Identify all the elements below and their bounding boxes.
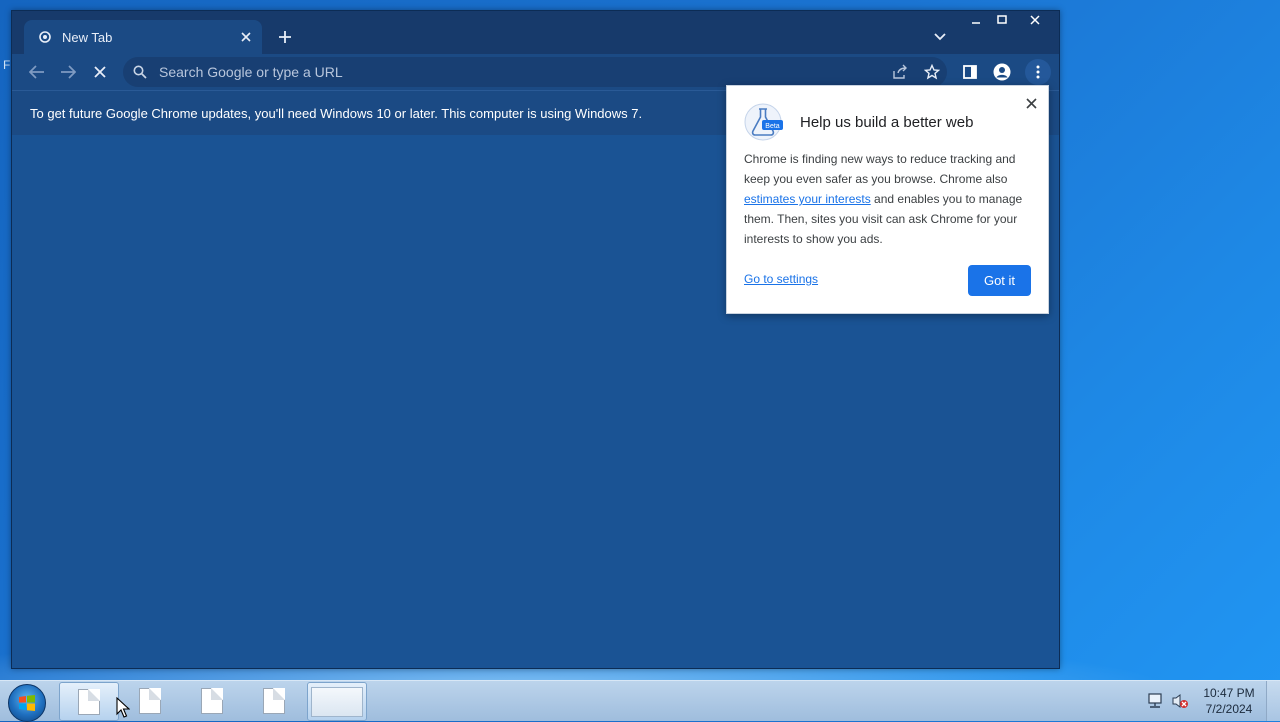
infobar-text: To get future Google Chrome updates, you… <box>30 105 643 121</box>
bubble-body: Chrome is finding new ways to reduce tra… <box>744 149 1034 249</box>
arrow-right-icon[interactable] <box>58 62 78 82</box>
clock-date: 7/2/2024 <box>1205 702 1253 716</box>
taskbar-button-4[interactable] <box>245 682 303 719</box>
bookmark-star-icon[interactable] <box>922 62 942 82</box>
window-close-icon[interactable] <box>1015 11 1055 29</box>
menu-kebab-icon[interactable] <box>1025 59 1051 85</box>
go-to-settings-link[interactable]: Go to settings <box>744 272 818 286</box>
document-icon <box>78 688 100 715</box>
taskbar-button-1[interactable] <box>59 682 119 721</box>
desktop-text-fragment: F <box>3 58 11 72</box>
estimates-interests-link[interactable]: estimates your interests <box>744 192 871 206</box>
tab-close-icon[interactable] <box>236 27 256 47</box>
show-desktop-button[interactable] <box>1266 681 1280 721</box>
got-it-button[interactable]: Got it <box>968 265 1031 296</box>
system-clock[interactable]: 10:47 PM 7/2/2024 <box>1196 685 1262 717</box>
volume-muted-icon[interactable] <box>1171 693 1189 709</box>
privacy-sandbox-bubble: Beta Help us build a better web Chrome i… <box>726 85 1049 314</box>
windows-taskbar: 10:47 PM 7/2/2024 <box>0 680 1280 722</box>
tab-strip: New Tab <box>12 11 1059 54</box>
maximize-icon[interactable] <box>989 11 1015 29</box>
document-icon <box>139 687 161 714</box>
tab-new-tab[interactable]: New Tab <box>24 20 262 54</box>
mouse-cursor-icon <box>116 697 130 718</box>
new-tab-plus-icon[interactable] <box>274 26 296 48</box>
side-panel-icon[interactable] <box>960 62 980 82</box>
taskbar-button-5[interactable] <box>307 682 367 721</box>
stop-x-icon[interactable] <box>90 62 110 82</box>
bubble-title: Help us build a better web <box>800 114 974 131</box>
minimize-icon[interactable] <box>963 11 989 29</box>
window-thumbnail-icon <box>311 686 363 717</box>
beta-flask-icon: Beta <box>744 103 784 141</box>
beta-badge-text: Beta <box>765 123 780 130</box>
taskbar-button-3[interactable] <box>183 682 241 719</box>
omnibox-input[interactable] <box>157 63 947 81</box>
chrome-favicon-icon <box>37 29 53 45</box>
omnibox[interactable] <box>123 57 947 87</box>
windows-start-orb-icon[interactable] <box>8 684 46 722</box>
tab-search-chevron-down-icon[interactable] <box>930 27 950 47</box>
document-icon <box>201 687 223 714</box>
profile-icon[interactable] <box>992 62 1012 82</box>
share-icon[interactable] <box>890 62 910 82</box>
document-icon <box>263 687 285 714</box>
clock-time: 10:47 PM <box>1203 686 1255 700</box>
bubble-close-icon[interactable] <box>1022 94 1040 112</box>
arrow-left-icon[interactable] <box>27 62 47 82</box>
tab-title: New Tab <box>62 29 113 45</box>
search-icon <box>133 64 149 80</box>
network-icon[interactable] <box>1146 693 1164 709</box>
bubble-body-start: Chrome is finding new ways to reduce tra… <box>744 152 1016 186</box>
